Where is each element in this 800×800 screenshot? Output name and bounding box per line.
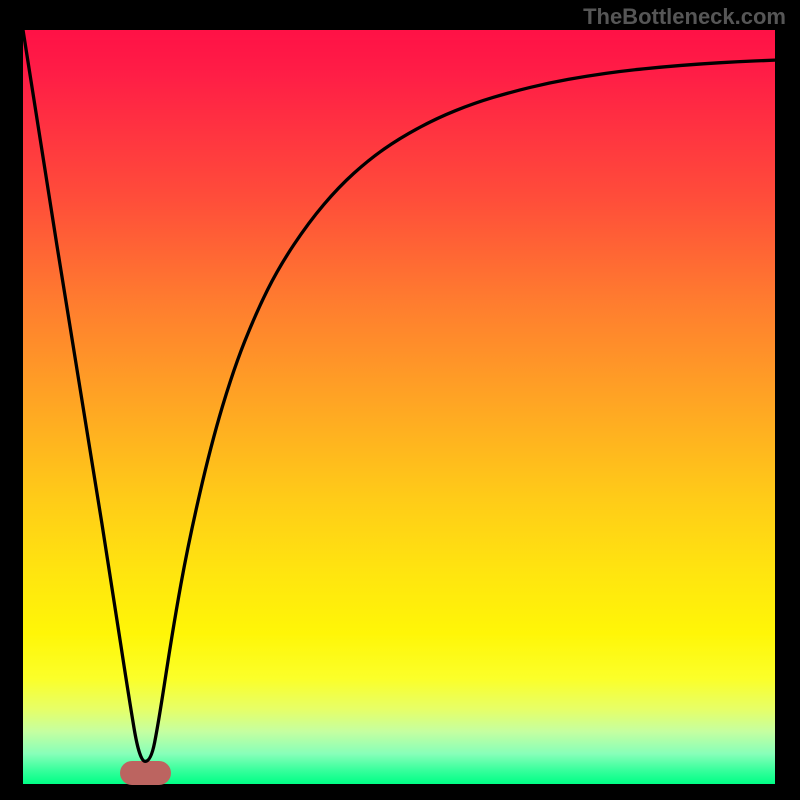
watermark-text: TheBottleneck.com	[583, 4, 786, 30]
bottleneck-curve-line	[23, 30, 775, 761]
chart-plot-area	[23, 30, 775, 784]
curve-svg	[23, 30, 775, 784]
